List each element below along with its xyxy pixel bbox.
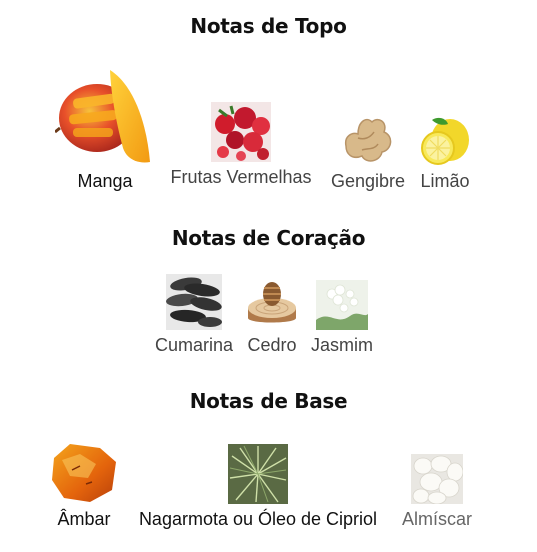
jasmine-icon [316, 280, 368, 330]
note-ginger: Gengibre [326, 110, 410, 192]
note-label: Nagarmota ou Óleo de Cipriol [138, 509, 378, 529]
cedar-wood-icon [248, 282, 296, 323]
note-label: Almíscar [401, 509, 472, 529]
note-label: Âmbar [57, 509, 111, 529]
note-lemon: Limão [414, 114, 476, 192]
note-cedar: Cedro [243, 278, 301, 356]
heart-notes-heading: Notas de Coração [171, 226, 366, 250]
note-label: Limão [420, 171, 470, 191]
note-mango: Manga [55, 66, 155, 192]
note-jasmine: Jasmim [307, 280, 377, 356]
note-musk: Almíscar [396, 454, 478, 530]
mango-icon [55, 70, 150, 163]
note-label: Cedro [247, 335, 297, 355]
note-amber: Âmbar [50, 440, 118, 530]
amber-icon [52, 444, 116, 502]
note-label: Manga [77, 171, 133, 191]
note-nagarmotha: Nagarmota ou Óleo de Cipriol [124, 444, 392, 530]
musk-icon [411, 454, 463, 504]
tonka-bean-icon [166, 274, 222, 330]
note-label: Cumarina [154, 335, 234, 355]
note-tonka-bean: Cumarina [151, 274, 237, 356]
base-notes-heading: Notas de Base [189, 389, 348, 413]
top-notes-heading: Notas de Topo [190, 14, 347, 38]
note-label: Frutas Vermelhas [170, 167, 312, 187]
ginger-icon [344, 118, 392, 162]
lemon-icon [421, 117, 469, 165]
note-label: Jasmim [311, 335, 373, 355]
note-red-berries: Frutas Vermelhas [164, 102, 318, 188]
red-berries-icon [211, 102, 271, 162]
nagarmotha-plant-icon [228, 444, 288, 504]
note-label: Gengibre [330, 171, 406, 191]
